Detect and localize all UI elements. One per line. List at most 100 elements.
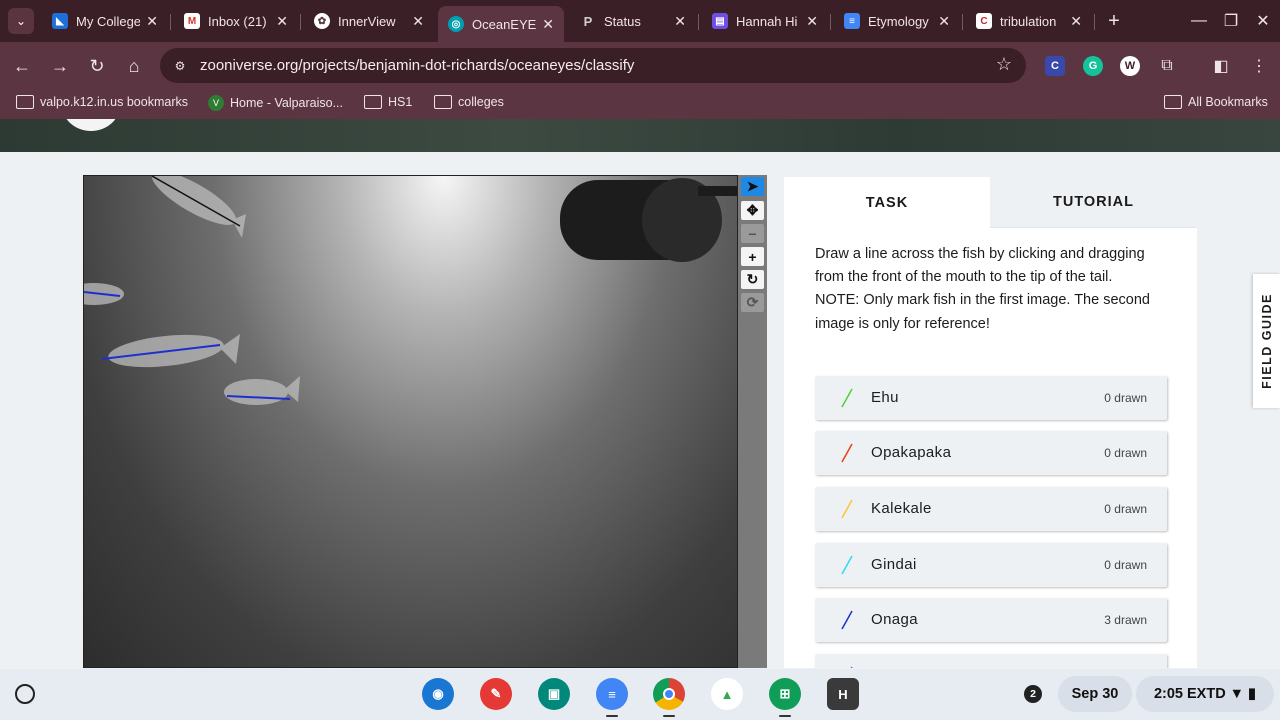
new-tab-button[interactable]: +	[1101, 8, 1127, 34]
close-icon[interactable]: ✕	[542, 16, 554, 33]
bookmarks-bar: valpo.k12.in.us bookmarks V Home - Valpa…	[0, 89, 1280, 119]
canvas-app-icon[interactable]: ✎	[480, 678, 512, 710]
menu-kebab-icon[interactable]: ⋮	[1247, 54, 1271, 78]
choice-partial[interactable]	[815, 654, 1167, 668]
choice-count: 0 drawn	[1104, 446, 1147, 460]
choice-count: 0 drawn	[1104, 502, 1147, 516]
field-guide-tab[interactable]: FIELD GUIDE	[1253, 274, 1280, 408]
bookmark-star-icon[interactable]: ☆	[996, 54, 1012, 75]
close-icon[interactable]: ✕	[1070, 13, 1082, 30]
zoom-in-icon[interactable]: +	[741, 247, 764, 266]
line-tool-icon	[841, 388, 853, 408]
choice-onaga[interactable]: Onaga 3 drawn	[815, 598, 1167, 642]
docs-app-icon[interactable]: ≡	[596, 678, 628, 710]
bookmark-valpo[interactable]: valpo.k12.in.us bookmarks	[16, 95, 188, 109]
all-bookmarks[interactable]: All Bookmarks	[1164, 95, 1268, 109]
move-icon[interactable]: ✥	[741, 201, 764, 220]
status-tray[interactable]: 2:05 EXTD ▼ ▮	[1136, 676, 1274, 712]
restore-icon[interactable]: ❐	[1218, 8, 1244, 34]
image-toolbar: ➤ ✥ − + ↻ ⟳	[738, 175, 767, 668]
choice-count: 0 drawn	[1104, 558, 1147, 572]
subject-image[interactable]	[83, 175, 738, 668]
bookmark-colleges[interactable]: colleges	[434, 95, 504, 109]
window-close-icon[interactable]: ✕	[1250, 8, 1276, 34]
all-bookmarks-label: All Bookmarks	[1188, 95, 1268, 109]
close-icon[interactable]: ✕	[146, 13, 158, 30]
tab-label: Inbox (21)	[208, 13, 267, 29]
grammarly-icon[interactable]: G	[1083, 56, 1103, 76]
browser-toolbar: ← → ↻ ⌂ ⚙ zooniverse.org/projects/benjam…	[0, 42, 1280, 89]
choice-count: 0 drawn	[1104, 391, 1147, 405]
tab-innerview[interactable]: ✿ InnerView ✕	[304, 6, 434, 36]
line-tool-icon	[850, 666, 853, 668]
drive-app-icon[interactable]: ▲	[711, 678, 743, 710]
notification-badge[interactable]: 2	[1024, 685, 1042, 703]
choice-ehu[interactable]: Ehu 0 drawn	[815, 376, 1167, 420]
close-icon[interactable]: ✕	[806, 13, 818, 30]
side-panel-icon[interactable]: ◧	[1209, 54, 1233, 78]
tab-task[interactable]: TASK	[784, 177, 990, 228]
tab-inbox[interactable]: M Inbox (21) ✕	[174, 6, 298, 36]
line-tool-icon	[841, 610, 853, 630]
close-icon[interactable]: ✕	[412, 13, 424, 30]
choice-count: 3 drawn	[1104, 613, 1147, 627]
home-icon[interactable]: ⌂	[120, 52, 148, 80]
tab-tutorial[interactable]: TUTORIAL	[990, 177, 1197, 228]
date-tray[interactable]: Sep 30	[1058, 676, 1132, 712]
tab-oceaneye[interactable]: ◎ OceanEYE ✕	[438, 6, 564, 42]
bookmark-label: HS1	[388, 95, 413, 109]
tab-label: My College	[76, 13, 141, 29]
time-text: 2:05	[1153, 686, 1183, 702]
address-bar[interactable]: ⚙ zooniverse.org/projects/benjamin-dot-r…	[160, 48, 1026, 83]
tab-my-college[interactable]: ◣ My College ✕	[42, 6, 168, 36]
reload-icon[interactable]: ↻	[83, 52, 111, 80]
close-icon[interactable]: ✕	[674, 13, 686, 30]
folder-icon	[434, 95, 452, 109]
launcher-icon[interactable]	[15, 684, 35, 704]
tab-etymology[interactable]: ≡ Etymology ✕	[834, 6, 960, 36]
url-text[interactable]: zooniverse.org/projects/benjamin-dot-ric…	[200, 57, 634, 74]
bookmark-home-valparaiso[interactable]: V Home - Valparaiso...	[208, 95, 343, 111]
choice-kalekale[interactable]: Kalekale 0 drawn	[815, 487, 1167, 531]
extension-w-icon[interactable]: W	[1120, 56, 1140, 76]
line-tool-icon	[841, 443, 853, 463]
chrome-app-icon[interactable]	[653, 678, 685, 710]
dictionary-icon: C	[976, 13, 992, 29]
tab-search-button[interactable]: ⌄	[8, 8, 34, 34]
reset-icon[interactable]: ⟳	[741, 293, 764, 312]
classroom-app-icon[interactable]: ▣	[538, 678, 570, 710]
bookmark-hs1[interactable]: HS1	[364, 95, 412, 109]
close-icon[interactable]: ✕	[276, 13, 288, 30]
battery-icon: ▮	[1248, 686, 1257, 702]
tab-label: Status	[604, 13, 641, 29]
rotate-icon[interactable]: ↻	[741, 270, 764, 289]
tab-tribulation[interactable]: C tribulation ✕	[966, 6, 1092, 36]
h-app-icon[interactable]: H	[827, 678, 859, 710]
tab-hannah[interactable]: ▤ Hannah Hi ✕	[702, 6, 828, 36]
line-tool-icon	[841, 555, 853, 575]
site-info-icon[interactable]: ⚙	[170, 56, 190, 76]
sheets-app-icon[interactable]: ⊞	[769, 678, 801, 710]
choice-label: Gindai	[871, 556, 917, 573]
docs-icon: ≡	[844, 13, 860, 29]
pointer-icon[interactable]: ➤	[741, 177, 764, 196]
tab-strip: ⌄ ◣ My College ✕ M Inbox (21) ✕ ✿ InnerV…	[0, 0, 1280, 42]
choice-label: Opakapaka	[871, 444, 952, 461]
zoom-out-icon[interactable]: −	[741, 224, 764, 243]
close-icon[interactable]: ✕	[938, 13, 950, 30]
camera-app-icon[interactable]: ◉	[422, 678, 454, 710]
choice-label: Kalekale	[871, 500, 932, 517]
extensions-puzzle-icon[interactable]: ⧉	[1155, 54, 1179, 78]
minimize-icon[interactable]: —	[1186, 8, 1212, 34]
wifi-icon: ▼	[1229, 686, 1245, 702]
classroom-icon: ▤	[712, 13, 728, 29]
forward-icon[interactable]: →	[46, 52, 74, 80]
tab-status[interactable]: P Status ✕	[570, 6, 696, 36]
line-tool-icon	[841, 499, 853, 519]
c-extension-icon[interactable]: C	[1045, 56, 1065, 76]
choice-gindai[interactable]: Gindai 0 drawn	[815, 543, 1167, 587]
back-icon[interactable]: ←	[8, 52, 36, 80]
choice-opakapaka[interactable]: Opakapaka 0 drawn	[815, 431, 1167, 475]
field-guide-label: FIELD GUIDE	[1259, 293, 1274, 389]
innerview-icon: ✿	[314, 13, 330, 29]
